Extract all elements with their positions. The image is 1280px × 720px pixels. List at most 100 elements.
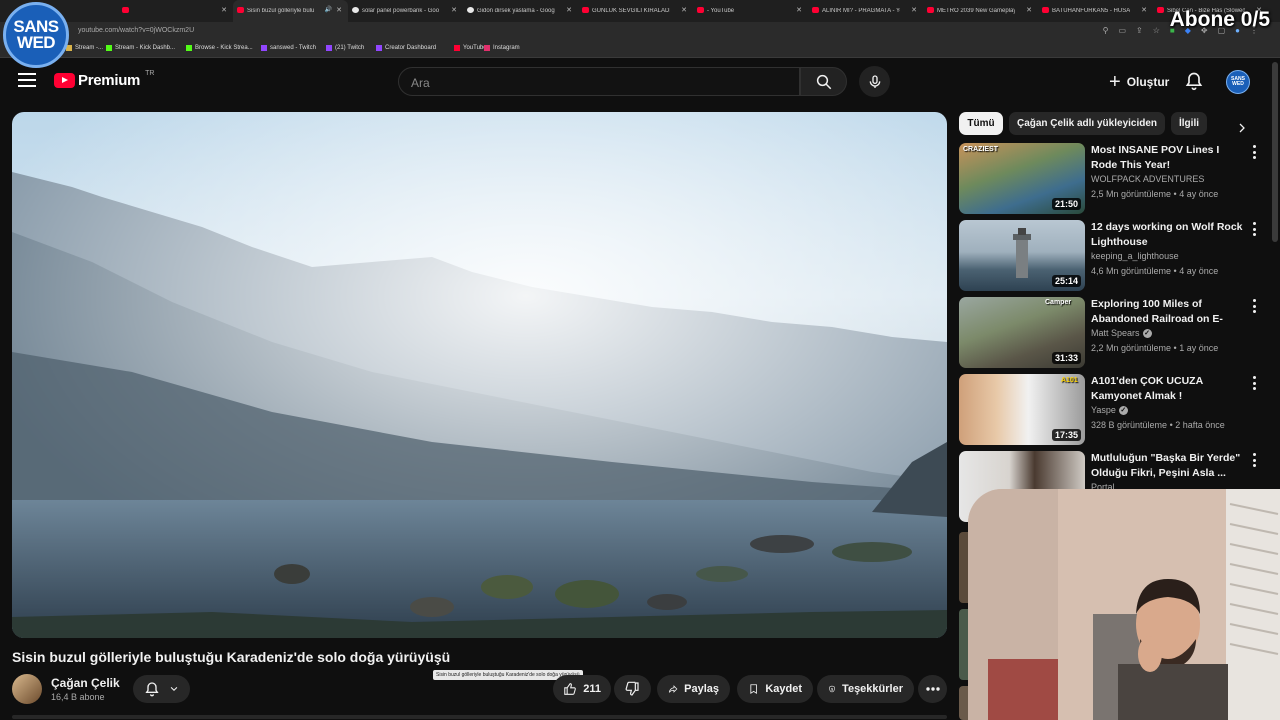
google-icon [352, 7, 359, 13]
bookmark-item[interactable]: Stream -... [66, 45, 103, 51]
thanks-button[interactable]: $ Teşekkürler [817, 675, 914, 703]
youtube-icon [237, 7, 244, 13]
subscription-notifications-button[interactable] [133, 675, 190, 703]
notifications-bell-icon[interactable] [1184, 71, 1204, 96]
url-field[interactable]: youtube.com/watch?v=0jWOCkzm2U [78, 27, 194, 34]
save-button[interactable]: Kaydet [737, 675, 813, 703]
recommendation-item[interactable]: Camper 31:33 Exploring 100 Miles of Aban… [959, 297, 1263, 369]
recommendation-title[interactable]: 12 days working on Wolf Rock Lighthouse [1091, 220, 1247, 250]
video-thumbnail[interactable]: Camper 31:33 [959, 297, 1085, 368]
create-button[interactable]: + Oluştur [1097, 67, 1181, 96]
recommendation-item[interactable]: 25:14 12 days working on Wolf Rock Light… [959, 220, 1263, 292]
account-avatar[interactable]: SANS WED [1226, 70, 1250, 94]
recommendation-channel[interactable]: keeping_a_lighthouse [1091, 251, 1179, 261]
speaker-icon[interactable]: 🔊 [325, 6, 332, 13]
microphone-icon [869, 74, 880, 88]
share-button[interactable]: Paylaş [657, 675, 730, 703]
search-input[interactable]: Ara [398, 67, 800, 96]
like-button[interactable]: 211 [553, 675, 611, 703]
more-vertical-icon[interactable] [1251, 376, 1257, 390]
close-tab-icon[interactable]: ✕ [796, 6, 802, 14]
youtube-premium-logo[interactable]: Premium TR [54, 70, 154, 89]
bookmark-star-icon[interactable]: ☆ [1153, 26, 1160, 35]
video-thumbnail[interactable]: A101 17:35 [959, 374, 1085, 445]
recommendation-item[interactable]: CRAZIEST 21:50 Most INSANE POV Lines I R… [959, 143, 1263, 215]
bookmark-item[interactable]: Browse - Kick Strea... [186, 45, 253, 51]
chip-from-uploader[interactable]: Çağan Çelik adlı yükleyiciden [1009, 112, 1165, 135]
channel-name: keeping_a_lighthouse [1091, 251, 1179, 261]
chip-scroll-next-button[interactable] [1230, 116, 1254, 140]
bookmark-item[interactable]: Instagram [484, 45, 520, 51]
bookmark-item[interactable]: Creator Dashboard [376, 45, 436, 51]
browser-tab[interactable]: ✕ [118, 0, 233, 22]
browser-tab-title: METRO 2039 New Gameplay [937, 8, 1015, 14]
browser-tab-title: - YouTube [707, 8, 735, 14]
browser-tab[interactable]: ALINIR MI? - PRAGMATA - Yo ✕ [808, 0, 923, 22]
view-count: 2,2 Mn görüntüleme [1091, 343, 1172, 353]
recommendation-title[interactable]: A101'den ÇOK UCUZA Kamyonet Almak ! [1091, 374, 1247, 404]
browser-tab[interactable]: Gidon dirsek yaslama - Goog ✕ [463, 0, 578, 22]
close-tab-icon[interactable]: ✕ [566, 6, 572, 14]
cast-icon[interactable]: ▭ [1118, 26, 1126, 35]
close-tab-icon[interactable]: ✕ [336, 6, 342, 14]
page-scrollbar[interactable] [1272, 62, 1278, 242]
more-vertical-icon[interactable] [1251, 145, 1257, 159]
browser-tab[interactable]: METRO 2039 New Gameplay ✕ [923, 0, 1038, 22]
browser-tab[interactable]: Sisin buzul gölleriyle bulu 🔊 ✕ [233, 0, 348, 22]
browser-tab[interactable]: - YouTube ✕ [693, 0, 808, 22]
browser-tab-title: Gidon dirsek yaslama - Goog [477, 8, 555, 14]
share-icon[interactable]: ⇪ [1136, 26, 1143, 35]
streamer-logo: SANS WED [3, 2, 69, 68]
bookmark-item[interactable]: sanswed - Twitch [261, 45, 316, 51]
voice-search-button[interactable] [859, 66, 890, 97]
recommendation-channel[interactable]: Matt Spears ✓ [1091, 328, 1152, 338]
close-tab-icon[interactable]: ✕ [1141, 6, 1147, 14]
recommendation-channel[interactable]: Yaspe ✓ [1091, 405, 1128, 415]
bookmark-item[interactable]: YouTube [454, 45, 487, 51]
upload-age: 2 hafta önce [1175, 420, 1225, 430]
recommendation-title[interactable]: Mutluluğun "Başka Bir Yerde" Olduğu Fikr… [1091, 451, 1247, 481]
bookmark-item[interactable]: (21) Twitch [326, 45, 364, 51]
thanks-label: Teşekkürler [842, 683, 903, 695]
more-actions-button[interactable] [918, 675, 947, 703]
more-vertical-icon[interactable] [1251, 453, 1257, 467]
search-icon[interactable]: ⚲ [1103, 26, 1109, 35]
browser-tab-title: Sisin buzul gölleriyle bulu [247, 8, 315, 14]
close-tab-icon[interactable]: ✕ [681, 6, 687, 14]
recommendation-channel[interactable]: WOLFPACK ADVENTURES [1091, 174, 1204, 184]
streamer-logo-line-2: WED [16, 33, 56, 52]
video-thumbnail[interactable]: CRAZIEST 21:50 [959, 143, 1085, 214]
close-tab-icon[interactable]: ✕ [1026, 6, 1032, 14]
google-icon [467, 7, 474, 13]
browser-tab[interactable]: solar panel powerbank - Goo ✕ [348, 0, 463, 22]
browser-tab[interactable]: GÜNLÜK SEVGİLİ KİRALADIM ✕ [578, 0, 693, 22]
recommendation-meta: 2,2 Mn görüntüleme • 1 ay önce [1091, 343, 1219, 353]
video-duration: 17:35 [1051, 429, 1081, 441]
twitch-icon [326, 45, 332, 51]
chip-all[interactable]: Tümü [959, 112, 1003, 135]
hamburger-menu-icon[interactable] [18, 73, 36, 87]
close-tab-icon[interactable]: ✕ [911, 6, 917, 14]
bookmark-item[interactable]: Stream - Kick Dashb... [106, 45, 175, 51]
recommendation-title[interactable]: Most INSANE POV Lines I Rode This Year! [1091, 143, 1247, 173]
browser-tab[interactable]: BATUHANFURKAN5 - HÜSAM ✕ [1038, 0, 1153, 22]
more-vertical-icon[interactable] [1251, 222, 1257, 236]
channel-name[interactable]: Çağan Çelik [51, 676, 120, 690]
search-button[interactable] [800, 67, 847, 96]
youtube-icon [1157, 7, 1164, 13]
chip-related[interactable]: İlgili [1171, 112, 1207, 135]
video-thumbnail[interactable]: 25:14 [959, 220, 1085, 291]
close-tab-icon[interactable]: ✕ [221, 6, 227, 14]
more-vertical-icon[interactable] [1251, 299, 1257, 313]
dislike-button[interactable] [614, 675, 651, 703]
upload-age: 1 ay önce [1179, 343, 1219, 353]
recommendation-title[interactable]: Exploring 100 Miles of Abandoned Railroa… [1091, 297, 1247, 327]
streamer-webcam [968, 489, 1280, 720]
chevron-down-icon [170, 686, 178, 691]
youtube-icon [1042, 7, 1049, 13]
channel-avatar[interactable] [12, 674, 42, 704]
close-tab-icon[interactable]: ✕ [451, 6, 457, 14]
recommendation-item[interactable]: A101 17:35 A101'den ÇOK UCUZA Kamyonet A… [959, 374, 1263, 446]
address-bar: youtube.com/watch?v=0jWOCkzm2U ⚲ ▭ ⇪ ☆ ■… [0, 22, 1280, 40]
video-player[interactable] [12, 112, 947, 638]
